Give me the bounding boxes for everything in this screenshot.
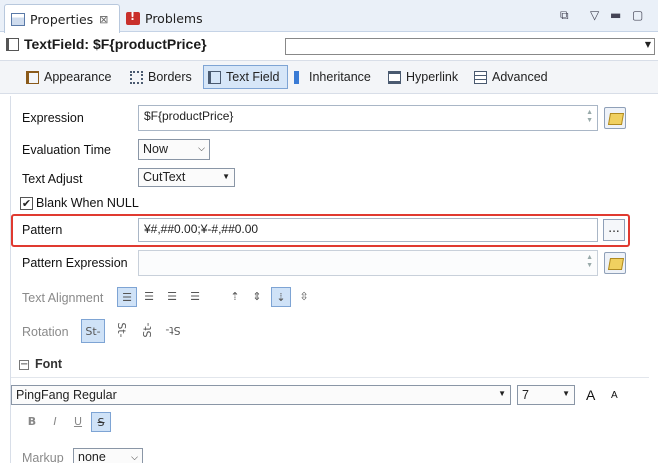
pattern-expression-label: Pattern Expression <box>22 256 128 270</box>
evaluation-time-label: Evaluation Time <box>22 143 111 157</box>
element-title: TextField: $F{productPrice} <box>24 36 207 52</box>
chevron-down-icon: ▼ <box>498 389 506 398</box>
pattern-label: Pattern <box>22 223 63 237</box>
problems-icon <box>126 10 140 25</box>
section-tabs: Appearance Borders Text Field Inheritanc… <box>0 60 658 94</box>
italic-button[interactable]: I <box>45 412 65 432</box>
align-left-icon[interactable]: ☰ <box>117 287 137 307</box>
textfield-icon <box>6 38 19 51</box>
advanced-icon <box>474 70 487 84</box>
valign-top-icon[interactable]: ⇡ <box>225 287 245 307</box>
evaluation-time-select[interactable]: Now ⌵ <box>138 139 210 160</box>
align-justify-icon[interactable]: ☰ <box>185 287 205 307</box>
rotation-label: Rotation <box>22 325 69 339</box>
valign-bottom-icon[interactable]: ⇣ <box>271 287 291 307</box>
underline-button[interactable]: U <box>68 412 88 432</box>
close-icon[interactable]: ⊠ <box>99 13 108 26</box>
tab-advanced[interactable]: Advanced <box>470 65 552 89</box>
font-size-value: 7 <box>522 388 529 402</box>
markup-value: none <box>78 450 106 463</box>
appearance-icon <box>26 70 39 84</box>
markup-label: Markup <box>22 451 64 463</box>
properties-content: Expression $F{productPrice} ▲ ▼ Evaluatio… <box>10 96 658 463</box>
rotation-left-icon[interactable]: St- <box>111 320 131 340</box>
tab-hyperlink[interactable]: Hyperlink <box>384 65 462 89</box>
rotation-upside-down-icon[interactable]: St- <box>163 320 183 340</box>
properties-icon <box>11 12 25 26</box>
font-divider <box>11 377 649 378</box>
tab-appearance-label: Appearance <box>44 70 112 84</box>
font-family-select[interactable]: PingFang Regular ▼ <box>11 385 511 405</box>
tab-appearance[interactable]: Appearance <box>22 65 115 89</box>
expression-editor-button[interactable] <box>604 107 626 129</box>
pattern-dialog-button[interactable]: ... <box>603 219 625 241</box>
element-selector-combo[interactable] <box>285 38 655 55</box>
text-field-icon <box>208 70 221 84</box>
view-tab-bar: Properties ⊠ Problems ⧉ ▽ ▬ ▢ <box>0 0 658 33</box>
tab-advanced-label: Advanced <box>492 70 548 84</box>
chevron-down-icon: ▼ <box>562 389 570 398</box>
valign-middle-icon[interactable]: ⇕ <box>247 287 267 307</box>
inheritance-icon <box>294 70 299 84</box>
pattern-expression-scroll[interactable]: ▲ ▼ <box>586 254 593 270</box>
tab-problems[interactable]: Problems <box>120 4 230 32</box>
pattern-expression-editor-button[interactable] <box>604 252 626 274</box>
text-adjust-label: Text Adjust <box>22 172 83 186</box>
align-right-icon[interactable]: ☰ <box>162 287 182 307</box>
bold-button[interactable]: B <box>22 412 42 432</box>
pattern-value: ¥#,##0.00;¥-#,##0.00 <box>144 222 259 236</box>
increase-font-button[interactable]: A <box>586 387 595 403</box>
maximize-icon[interactable]: ▢ <box>632 8 643 22</box>
tab-hyperlink-label: Hyperlink <box>406 70 459 84</box>
pin-icon[interactable]: ⧉ <box>560 8 569 23</box>
tab-properties-label: Properties <box>30 11 94 27</box>
markup-select[interactable]: none ⌵ <box>73 448 143 463</box>
strikethrough-button[interactable]: S <box>91 412 111 432</box>
tab-borders[interactable]: Borders <box>126 65 196 89</box>
blank-when-null-checkbox[interactable]: ✔ <box>20 197 33 210</box>
expression-label: Expression <box>22 111 84 125</box>
chevron-down-icon: ⌵ <box>131 452 138 462</box>
decrease-font-button[interactable]: A <box>611 390 618 401</box>
rotation-right-icon[interactable]: St- <box>138 320 158 340</box>
tab-properties[interactable]: Properties ⊠ <box>4 4 120 33</box>
tab-inheritance[interactable]: Inheritance <box>290 65 375 89</box>
text-adjust-select[interactable]: CutText ▼ <box>138 168 235 187</box>
tab-text-field[interactable]: Text Field <box>203 65 288 89</box>
view-menu-icon[interactable]: ▽ <box>590 8 599 22</box>
rotation-none-icon[interactable]: St- <box>81 319 105 343</box>
valign-justify-icon[interactable]: ⇳ <box>294 287 314 307</box>
pattern-expression-field[interactable]: ▲ ▼ <box>138 250 598 276</box>
evaluation-time-value: Now <box>143 142 169 156</box>
tab-inheritance-label: Inheritance <box>309 70 371 84</box>
text-alignment-label: Text Alignment <box>22 291 104 305</box>
text-adjust-value: CutText <box>143 170 186 184</box>
minimize-icon[interactable]: ▬ <box>610 8 621 22</box>
align-center-icon[interactable]: ☰ <box>139 287 159 307</box>
tab-borders-label: Borders <box>148 70 192 84</box>
tab-problems-label: Problems <box>145 10 203 26</box>
font-family-value: PingFang Regular <box>16 388 117 402</box>
chevron-down-icon: ▼ <box>222 172 230 181</box>
element-header: TextField: $F{productPrice} <box>0 33 658 59</box>
pattern-field[interactable]: ¥#,##0.00;¥-#,##0.00 <box>138 218 598 242</box>
expression-field[interactable]: $F{productPrice} ▲ ▼ <box>138 105 598 131</box>
font-section-title: Font <box>35 357 63 371</box>
tab-text-field-label: Text Field <box>226 70 280 84</box>
font-size-select[interactable]: 7 ▼ <box>517 385 575 405</box>
expression-value: $F{productPrice} <box>144 109 234 123</box>
expression-scroll[interactable]: ▲ ▼ <box>586 109 593 125</box>
chevron-down-icon: ⌵ <box>198 143 205 153</box>
font-collapse-icon[interactable]: − <box>19 360 29 370</box>
blank-when-null-label: Blank When NULL <box>36 196 139 210</box>
borders-icon <box>130 70 143 84</box>
hyperlink-icon <box>388 70 401 84</box>
